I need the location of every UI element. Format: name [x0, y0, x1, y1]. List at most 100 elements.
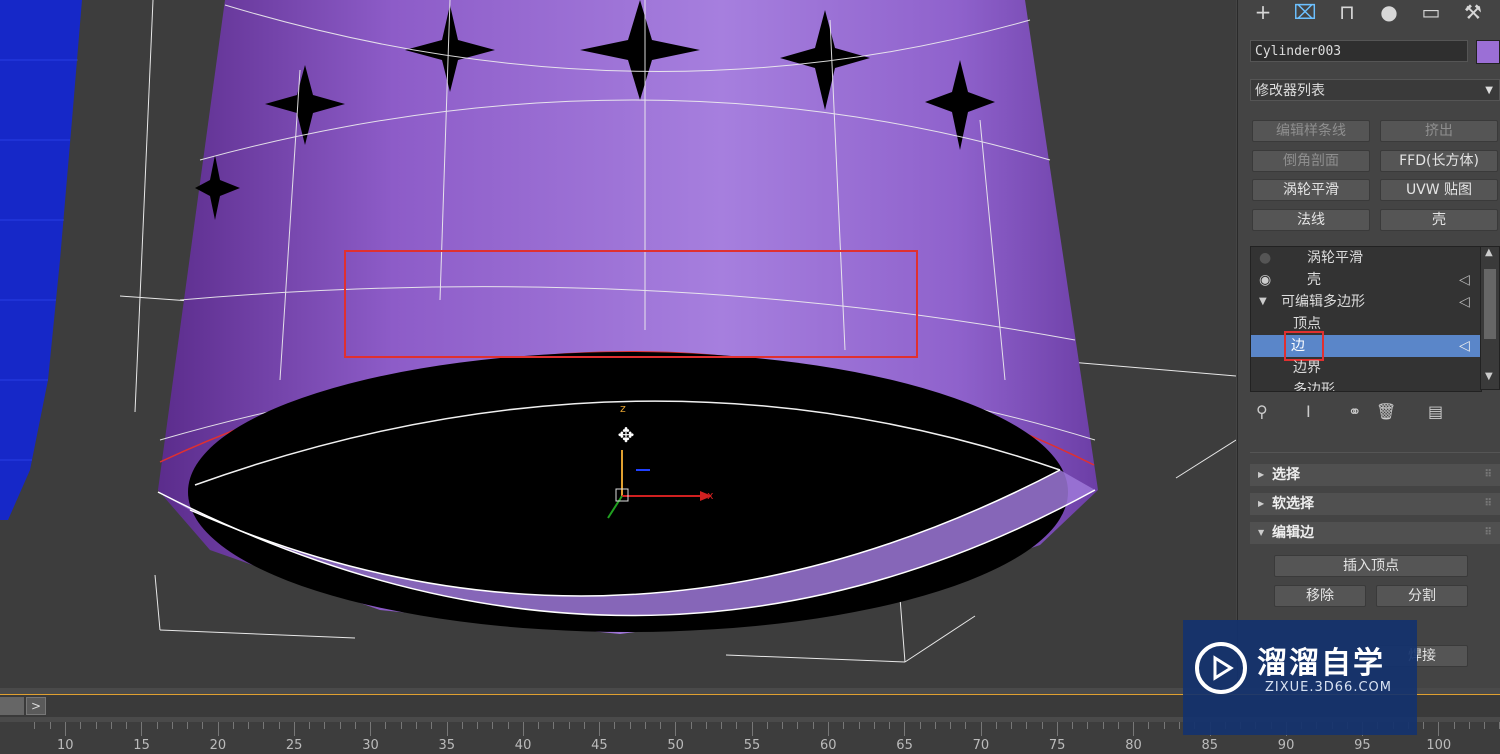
ruler-tick	[1423, 722, 1425, 729]
drag-handle-icon[interactable]: ⠿	[1484, 493, 1492, 515]
plus-icon[interactable]: +	[1248, 0, 1278, 26]
rollout-soft-select[interactable]: ▶ 软选择 ⠿	[1250, 493, 1500, 515]
ruler-tick	[1148, 722, 1150, 729]
perspective-viewport[interactable]: ✥ z x	[0, 0, 1236, 688]
motion-icon[interactable]: ●	[1374, 0, 1404, 26]
ruler-tick	[1163, 722, 1165, 729]
configure-icon[interactable]: ▤	[1428, 402, 1443, 421]
scrollbar-thumb[interactable]	[1484, 269, 1496, 339]
viewport-scene: ✥	[0, 0, 1236, 663]
drag-handle-icon[interactable]: ⠿	[1484, 522, 1492, 544]
display-icon[interactable]: ▭	[1416, 0, 1446, 26]
trash-icon[interactable]: 🗑	[1376, 402, 1396, 421]
rollout-select[interactable]: ▶ 选择 ⠿	[1250, 464, 1500, 486]
ruler-tick-label: 90	[1277, 738, 1295, 753]
ruler-tick	[415, 722, 417, 729]
modifier-button-bevel-profile[interactable]: 倒角剖面	[1252, 150, 1370, 172]
pin-stack-icon[interactable]: ⚲	[1256, 402, 1268, 421]
ruler-tick	[934, 722, 936, 729]
ruler-tick-label: 85	[1201, 738, 1219, 753]
stack-subitem-polygon[interactable]: 多边形	[1251, 379, 1481, 392]
ruler-tick	[232, 722, 234, 729]
ruler-tick	[354, 722, 356, 729]
chevron-down-icon: ▼	[1485, 85, 1493, 96]
eye-icon[interactable]: ◉	[1259, 269, 1271, 291]
ruler-tick	[538, 722, 540, 729]
stack-subitem-edge[interactable]: 边 ◁	[1251, 331, 1481, 361]
make-unique-icon[interactable]: ⚭	[1348, 402, 1361, 421]
hierarchy-icon[interactable]: ⊓	[1332, 0, 1362, 26]
stack-item-turbosmooth[interactable]: ● 涡轮平滑	[1251, 247, 1481, 269]
ruler-tick	[904, 722, 906, 736]
modifier-list-dropdown[interactable]: 修改器列表 ▼	[1250, 79, 1500, 101]
ruler-tick-label: 60	[820, 738, 837, 753]
ruler-tick	[492, 722, 494, 729]
ruler-tick	[1117, 722, 1119, 729]
ruler-tick	[1133, 722, 1135, 736]
ruler-tick	[309, 722, 311, 729]
bulb-off-icon[interactable]: ●	[1259, 247, 1271, 269]
stack-scrollbar[interactable]: ▲ ▼	[1480, 246, 1500, 390]
stack-item-shell[interactable]: ◉ 壳 ◁	[1251, 269, 1481, 291]
ruler-tick	[507, 722, 509, 729]
modifier-button-turbosmooth[interactable]: 涡轮平滑	[1252, 179, 1370, 201]
next-frame-button[interactable]: >	[26, 697, 46, 715]
ruler-tick	[370, 722, 372, 736]
ruler-tick-label: 95	[1354, 738, 1371, 753]
ruler-tick	[766, 722, 768, 729]
modifier-button-uvw-map[interactable]: UVW 贴图	[1380, 179, 1498, 201]
object-color-swatch[interactable]	[1476, 40, 1500, 64]
show-end-result-icon[interactable]: Ⅰ	[1306, 402, 1311, 421]
ruler-tick-label: 65	[896, 738, 913, 753]
collapsed-triangle-icon: ▶	[1258, 470, 1265, 479]
modifier-button-extrude[interactable]: 挤出	[1380, 120, 1498, 142]
ruler-tick	[446, 722, 448, 736]
rollout-edit-edges[interactable]: ▼ 编辑边 ⠿	[1250, 522, 1500, 544]
ruler-tick	[141, 722, 143, 736]
rollout-title: 软选择	[1272, 496, 1314, 512]
ruler-tick	[599, 722, 601, 736]
split-button[interactable]: 分割	[1376, 585, 1468, 607]
ruler-tick	[1178, 722, 1180, 729]
ruler-tick	[217, 722, 219, 736]
ruler-tick-label: 100	[1426, 738, 1452, 753]
pin-triangle-icon: ◁	[1459, 294, 1470, 310]
ruler-tick-label: 70	[972, 738, 990, 753]
ruler-tick	[1468, 722, 1470, 729]
ruler-tick	[263, 722, 265, 729]
ruler-tick	[49, 722, 51, 729]
ruler-tick	[889, 722, 891, 729]
ruler-tick	[1041, 722, 1043, 729]
ruler-tick	[1102, 722, 1104, 729]
modifier-button-edit-spline[interactable]: 编辑样条线	[1252, 120, 1370, 142]
insert-vertex-button[interactable]: 插入顶点	[1274, 555, 1468, 577]
collapsed-triangle-icon: ▶	[1258, 499, 1265, 508]
ruler-tick	[828, 722, 829, 736]
ruler-tick	[721, 722, 723, 729]
expand-triangle-icon[interactable]: ▼	[1259, 291, 1267, 313]
ruler-tick-label: 20	[209, 738, 227, 753]
object-name-field[interactable]: Cylinder003	[1250, 40, 1468, 62]
remove-button[interactable]: 移除	[1274, 585, 1366, 607]
drag-handle-icon[interactable]: ⠿	[1484, 464, 1492, 486]
ruler-tick	[690, 722, 692, 729]
modifier-button-ffd-box[interactable]: FFD(长方体)	[1380, 150, 1498, 172]
gizmo-x-label: x	[707, 489, 714, 502]
gizmo-z-label: z	[620, 402, 626, 415]
modifier-button-normal[interactable]: 法线	[1252, 209, 1370, 231]
ruler-tick	[1056, 722, 1058, 736]
scroll-down-icon[interactable]: ▼	[1485, 371, 1493, 382]
stack-item-editable-poly[interactable]: ▼ 可编辑多边形 ◁	[1251, 291, 1481, 313]
time-slider-thumb[interactable]	[0, 697, 24, 715]
modify-icon[interactable]: ⌧	[1290, 0, 1320, 26]
stack-item-label: 壳	[1307, 272, 1321, 288]
ruler-tick	[950, 722, 952, 729]
stack-item-label: 多边形	[1293, 382, 1335, 392]
modifier-button-shell[interactable]: 壳	[1380, 209, 1498, 231]
stack-subitem-border[interactable]: 边界	[1251, 357, 1481, 379]
wrench-icon[interactable]: ⚒	[1458, 0, 1488, 26]
ruler-tick	[187, 722, 189, 729]
scroll-up-icon[interactable]: ▲	[1485, 247, 1493, 258]
ruler-tick	[614, 722, 616, 729]
ruler-tick	[782, 722, 784, 729]
